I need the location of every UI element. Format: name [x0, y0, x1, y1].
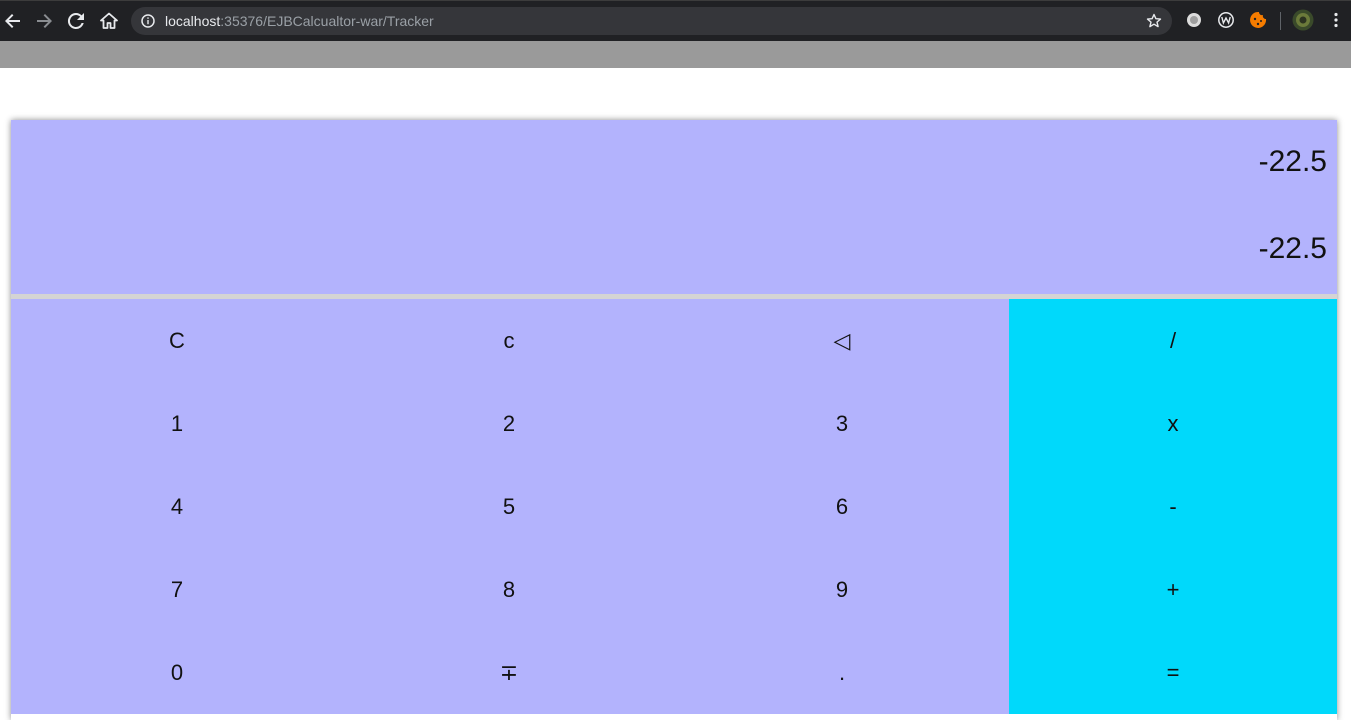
expression-display: -22.5	[1258, 145, 1327, 178]
digit-8-button[interactable]: 8	[343, 548, 675, 631]
digit-6-button[interactable]: 6	[675, 465, 1009, 548]
toolbar-top-border	[0, 0, 1351, 1]
clear-entry-button[interactable]: c	[343, 299, 675, 382]
url-path: :35376/EJBCalcualtor-war/Tracker	[220, 13, 434, 29]
star-icon[interactable]	[1146, 13, 1162, 29]
digit-1-button[interactable]: 1	[11, 382, 343, 465]
digit-2-button[interactable]: 2	[343, 382, 675, 465]
add-button[interactable]: +	[1009, 548, 1337, 631]
toolbar-separator	[1280, 12, 1281, 30]
digit-9-button[interactable]: 9	[675, 548, 1009, 631]
divide-button[interactable]: /	[1009, 299, 1337, 382]
digit-3-button[interactable]: 3	[675, 382, 1009, 465]
info-icon[interactable]	[141, 14, 155, 28]
reload-icon[interactable]	[63, 8, 89, 34]
multiply-button[interactable]: x	[1009, 382, 1337, 465]
negate-button[interactable]: ∓	[343, 631, 675, 714]
extension-w-icon[interactable]	[1217, 11, 1235, 29]
address-bar[interactable]: localhost:35376/EJBCalcualtor-war/Tracke…	[131, 7, 1172, 35]
back-icon[interactable]	[0, 8, 26, 34]
digit-5-button[interactable]: 5	[343, 465, 675, 548]
calculator: -22.5 -22.5 Cc ◁/ 1 2 3 x 4 5 6- 7 8 9 +0 ∓. =	[11, 120, 1337, 720]
digit-0-button[interactable]: 0	[11, 631, 343, 714]
forward-icon[interactable]	[31, 8, 57, 34]
extension-cookie-icon[interactable]	[1249, 11, 1267, 29]
profile-avatar[interactable]	[1292, 9, 1314, 31]
result-display: -22.5	[1258, 232, 1327, 265]
digit-4-button[interactable]: 4	[11, 465, 343, 548]
decimal-button[interactable]: .	[675, 631, 1009, 714]
extension-icon[interactable]	[1185, 11, 1203, 29]
equals-button[interactable]: =	[1009, 631, 1337, 714]
url-text[interactable]: localhost:35376/EJBCalcualtor-war/Tracke…	[165, 13, 434, 29]
keypad: Cc ◁/ 1 2 3 x 4 5 6- 7 8 9 +0 ∓. =	[11, 299, 1337, 720]
menu-icon[interactable]	[1327, 11, 1345, 29]
home-icon[interactable]	[96, 8, 122, 34]
calculator-display: -22.5 -22.5	[11, 120, 1337, 294]
clear-all-button[interactable]: C	[11, 299, 343, 382]
digit-7-button[interactable]: 7	[11, 548, 343, 631]
backspace-button[interactable]: ◁	[675, 299, 1009, 382]
page-header-strip	[0, 41, 1351, 68]
browser-toolbar: localhost:35376/EJBCalcualtor-war/Tracke…	[0, 0, 1351, 41]
url-host: localhost	[165, 13, 221, 29]
subtract-button[interactable]: -	[1009, 465, 1337, 548]
